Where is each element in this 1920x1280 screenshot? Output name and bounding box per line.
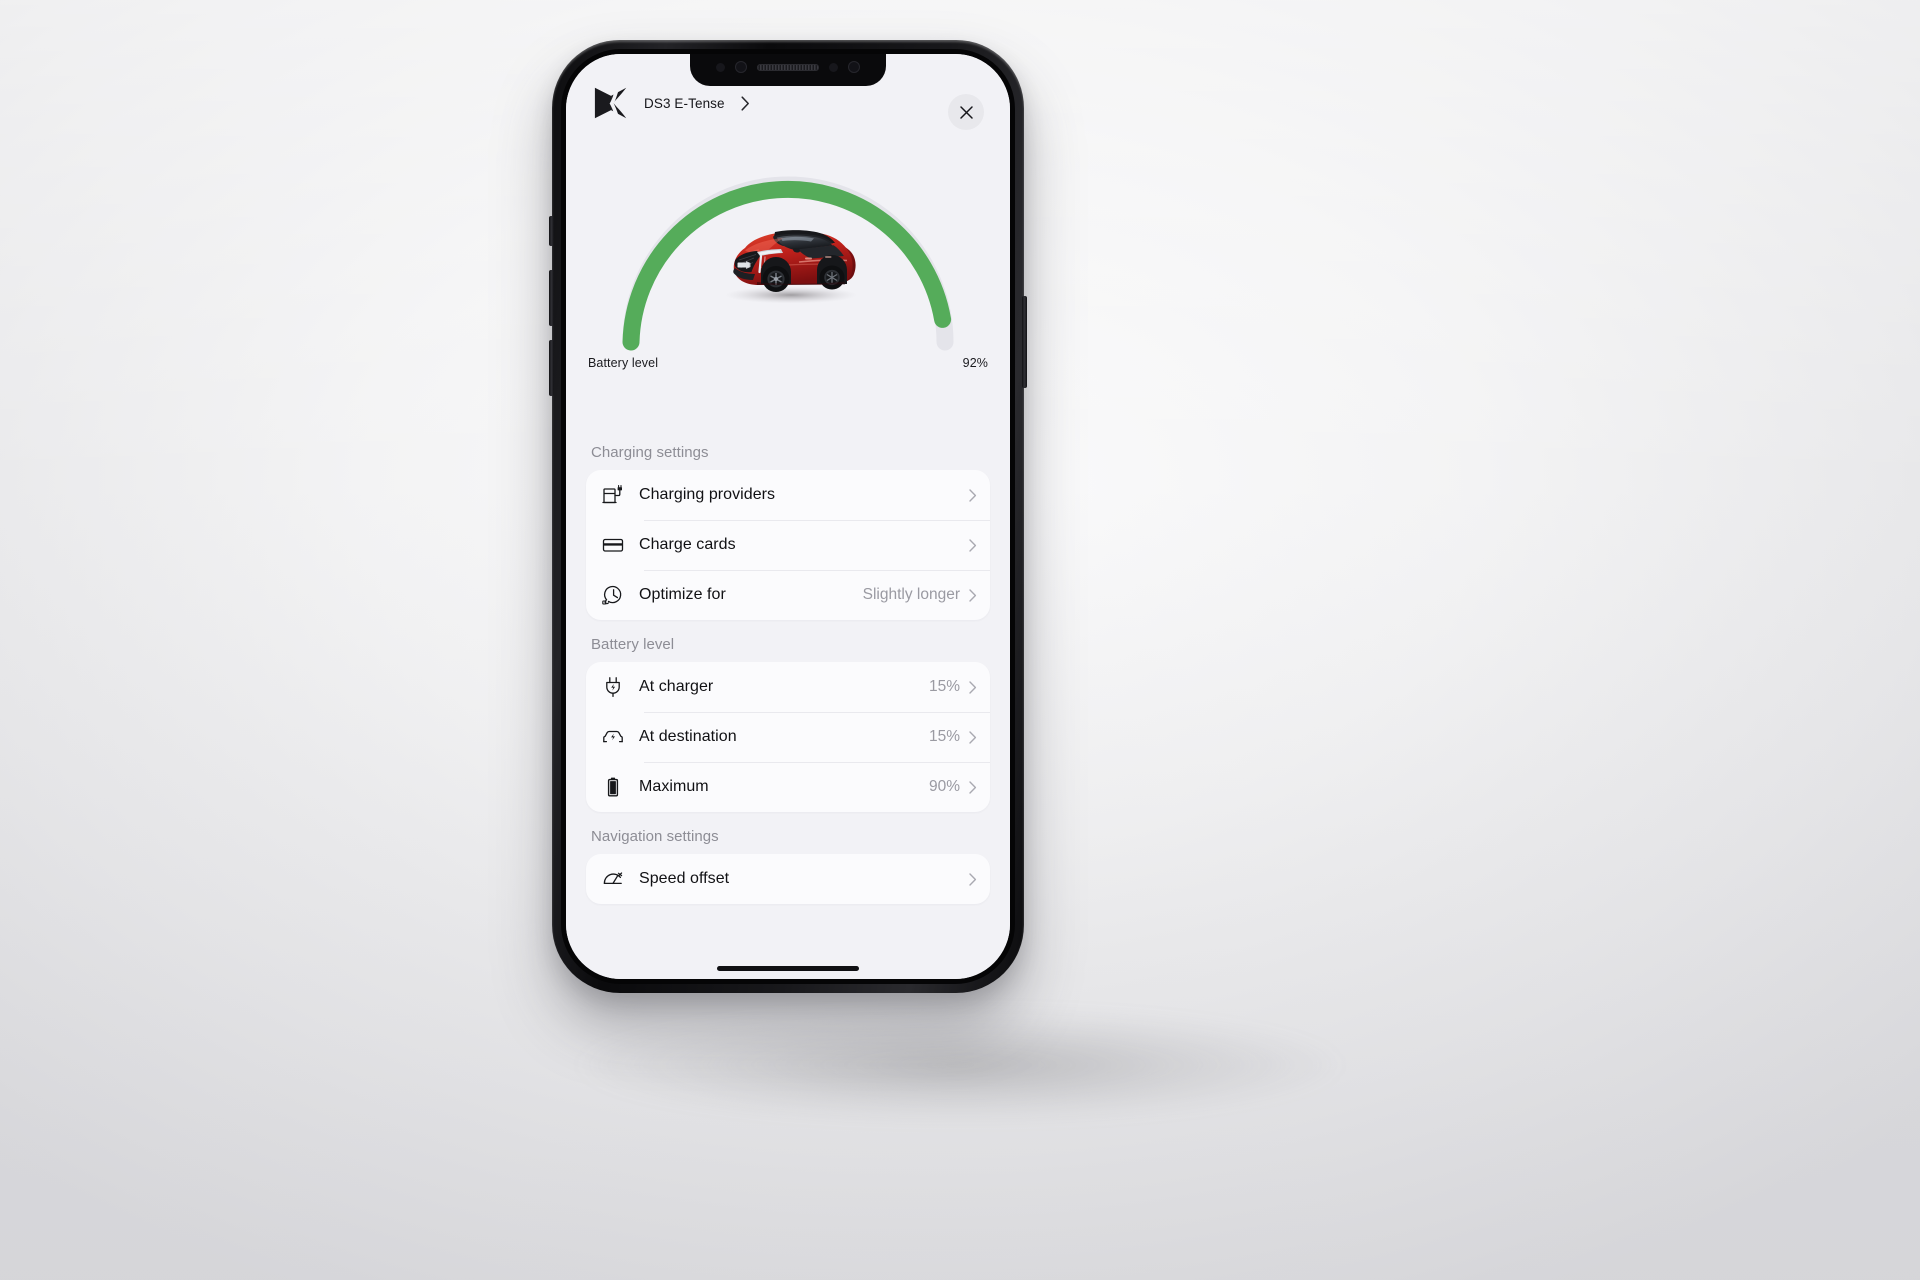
section-card-battery-level: At charger 15% At destination 15% Maximu… — [586, 662, 990, 812]
vehicle-image — [725, 230, 857, 304]
vehicle-selector[interactable]: DS3 E-Tense — [592, 84, 750, 122]
row-charging-providers[interactable]: Charging providers — [586, 470, 990, 520]
chevron-right-icon — [969, 488, 977, 502]
vehicle-name: DS3 E-Tense — [644, 95, 725, 111]
phone-shadow — [580, 1010, 1340, 1120]
row-value: 90% — [928, 778, 960, 795]
row-label: Optimize for — [639, 586, 726, 603]
row-label: Speed offset — [639, 870, 730, 887]
front-camera-icon — [735, 61, 747, 73]
close-icon — [959, 105, 973, 119]
clock-plug-icon — [600, 582, 626, 608]
row-maximum[interactable]: Maximum 90% — [586, 762, 990, 812]
chevron-right-icon — [969, 872, 977, 886]
chevron-right-icon — [969, 588, 977, 602]
battery-gauge: Battery level 92% — [566, 134, 1010, 424]
row-label: At destination — [639, 728, 737, 745]
ambient-light-sensor-icon — [829, 62, 838, 72]
row-charge-cards[interactable]: Charge cards — [586, 520, 990, 570]
section-title-battery-level: Battery level — [591, 636, 675, 653]
plug-bolt-icon — [600, 674, 626, 700]
row-at-charger[interactable]: At charger 15% — [586, 662, 990, 712]
row-label: Charging providers — [639, 486, 776, 503]
section-title-charging-settings: Charging settings — [591, 444, 709, 461]
gauge-label: Battery level — [588, 356, 659, 370]
row-at-destination[interactable]: At destination 15% — [586, 712, 990, 762]
phone-volume-down-button[interactable] — [549, 340, 554, 396]
row-value: 15% — [928, 678, 960, 695]
phone-notch — [690, 54, 886, 86]
row-value: 15% — [928, 728, 960, 745]
phone-mute-switch[interactable] — [549, 216, 554, 246]
gauge-labels: Battery level 92% — [566, 356, 1010, 370]
phone-power-button[interactable] — [1022, 296, 1027, 388]
chevron-right-icon — [969, 780, 977, 794]
row-value: Slightly longer — [862, 586, 960, 603]
settings-list: Charging settings Charging providers Cha… — [566, 424, 1010, 979]
row-label: Maximum — [639, 778, 709, 795]
earpiece-speaker — [757, 63, 819, 71]
row-label: At charger — [639, 678, 714, 695]
section-title-navigation-settings: Navigation settings — [591, 828, 719, 845]
phone-volume-up-button[interactable] — [549, 270, 554, 326]
face-id-sensor-icon — [848, 61, 860, 73]
ds-logo-icon — [594, 87, 627, 119]
row-label: Charge cards — [639, 536, 736, 553]
section-card-charging-settings: Charging providers Charge cards Optimize… — [586, 470, 990, 620]
chevron-right-icon — [969, 538, 977, 552]
row-speed-offset[interactable]: Speed offset — [586, 854, 990, 904]
phone-device: DS3 E-Tense Battery level 92% Charging s… — [552, 40, 1024, 993]
section-card-navigation-settings: Speed offset — [586, 854, 990, 904]
proximity-sensor-icon — [716, 62, 725, 72]
row-optimize-for[interactable]: Optimize for Slightly longer — [586, 570, 990, 620]
car-bolt-icon — [600, 724, 626, 750]
phone-screen: DS3 E-Tense Battery level 92% Charging s… — [566, 54, 1010, 979]
app-content: DS3 E-Tense Battery level 92% Charging s… — [566, 54, 1010, 979]
credit-card-icon — [600, 532, 626, 558]
chevron-right-icon — [969, 730, 977, 744]
battery-icon — [600, 774, 626, 800]
close-button[interactable] — [948, 94, 984, 130]
chevron-right-icon — [969, 680, 977, 694]
gauge-value: 92% — [962, 356, 988, 370]
charging-station-icon — [600, 482, 626, 508]
speedometer-icon — [600, 866, 626, 892]
chevron-right-icon — [741, 95, 749, 111]
home-indicator[interactable] — [717, 966, 859, 971]
